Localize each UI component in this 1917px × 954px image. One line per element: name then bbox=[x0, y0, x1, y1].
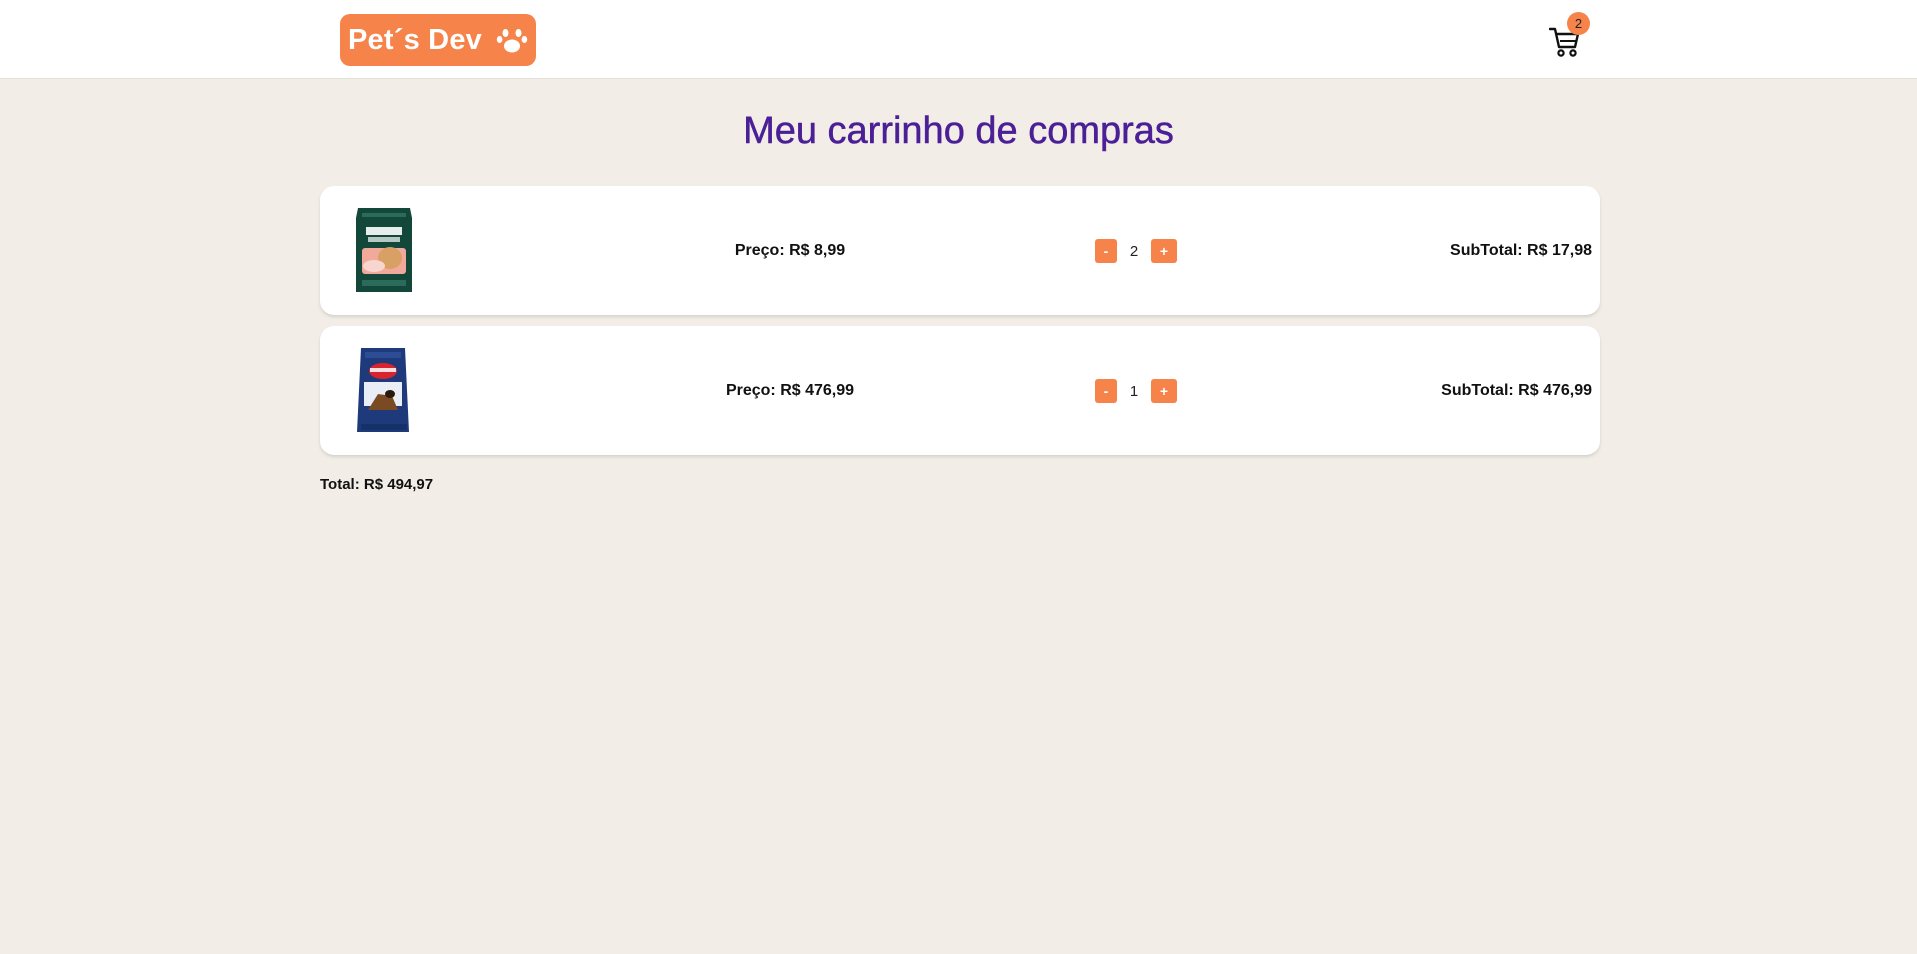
logo-text: Pet´s Dev bbox=[348, 23, 482, 56]
cart-total: Total: R$ 494,97 bbox=[320, 476, 434, 493]
product-image bbox=[357, 348, 409, 432]
quantity-stepper: - 1 + bbox=[1095, 379, 1177, 403]
item-price: Preço: R$ 476,99 bbox=[725, 381, 855, 399]
cart-item: Preço: R$ 8,99 - 2 + SubTotal: R$ 17,98 bbox=[320, 186, 1600, 315]
paw-icon bbox=[496, 29, 528, 53]
item-subtotal: SubTotal: R$ 476,99 bbox=[1441, 381, 1592, 399]
quantity-value: 1 bbox=[1129, 382, 1139, 400]
item-price: Preço: R$ 8,99 bbox=[734, 241, 846, 259]
cart-button[interactable]: 2 bbox=[1547, 12, 1593, 58]
increment-button[interactable]: + bbox=[1151, 239, 1177, 263]
cart-item: Preço: R$ 476,99 - 1 + SubTotal: R$ 476,… bbox=[320, 326, 1600, 455]
cart-count-badge: 2 bbox=[1567, 12, 1590, 35]
quantity-stepper: - 2 + bbox=[1095, 239, 1177, 263]
decrement-button[interactable]: - bbox=[1095, 379, 1117, 403]
quantity-value: 2 bbox=[1129, 242, 1139, 260]
page-title: Meu carrinho de compras bbox=[743, 110, 1174, 153]
increment-button[interactable]: + bbox=[1151, 379, 1177, 403]
top-header: Pet´s Dev 2 bbox=[0, 0, 1917, 79]
item-subtotal: SubTotal: R$ 17,98 bbox=[1450, 241, 1592, 259]
decrement-button[interactable]: - bbox=[1095, 239, 1117, 263]
logo[interactable]: Pet´s Dev bbox=[340, 14, 536, 66]
product-image bbox=[356, 208, 412, 292]
